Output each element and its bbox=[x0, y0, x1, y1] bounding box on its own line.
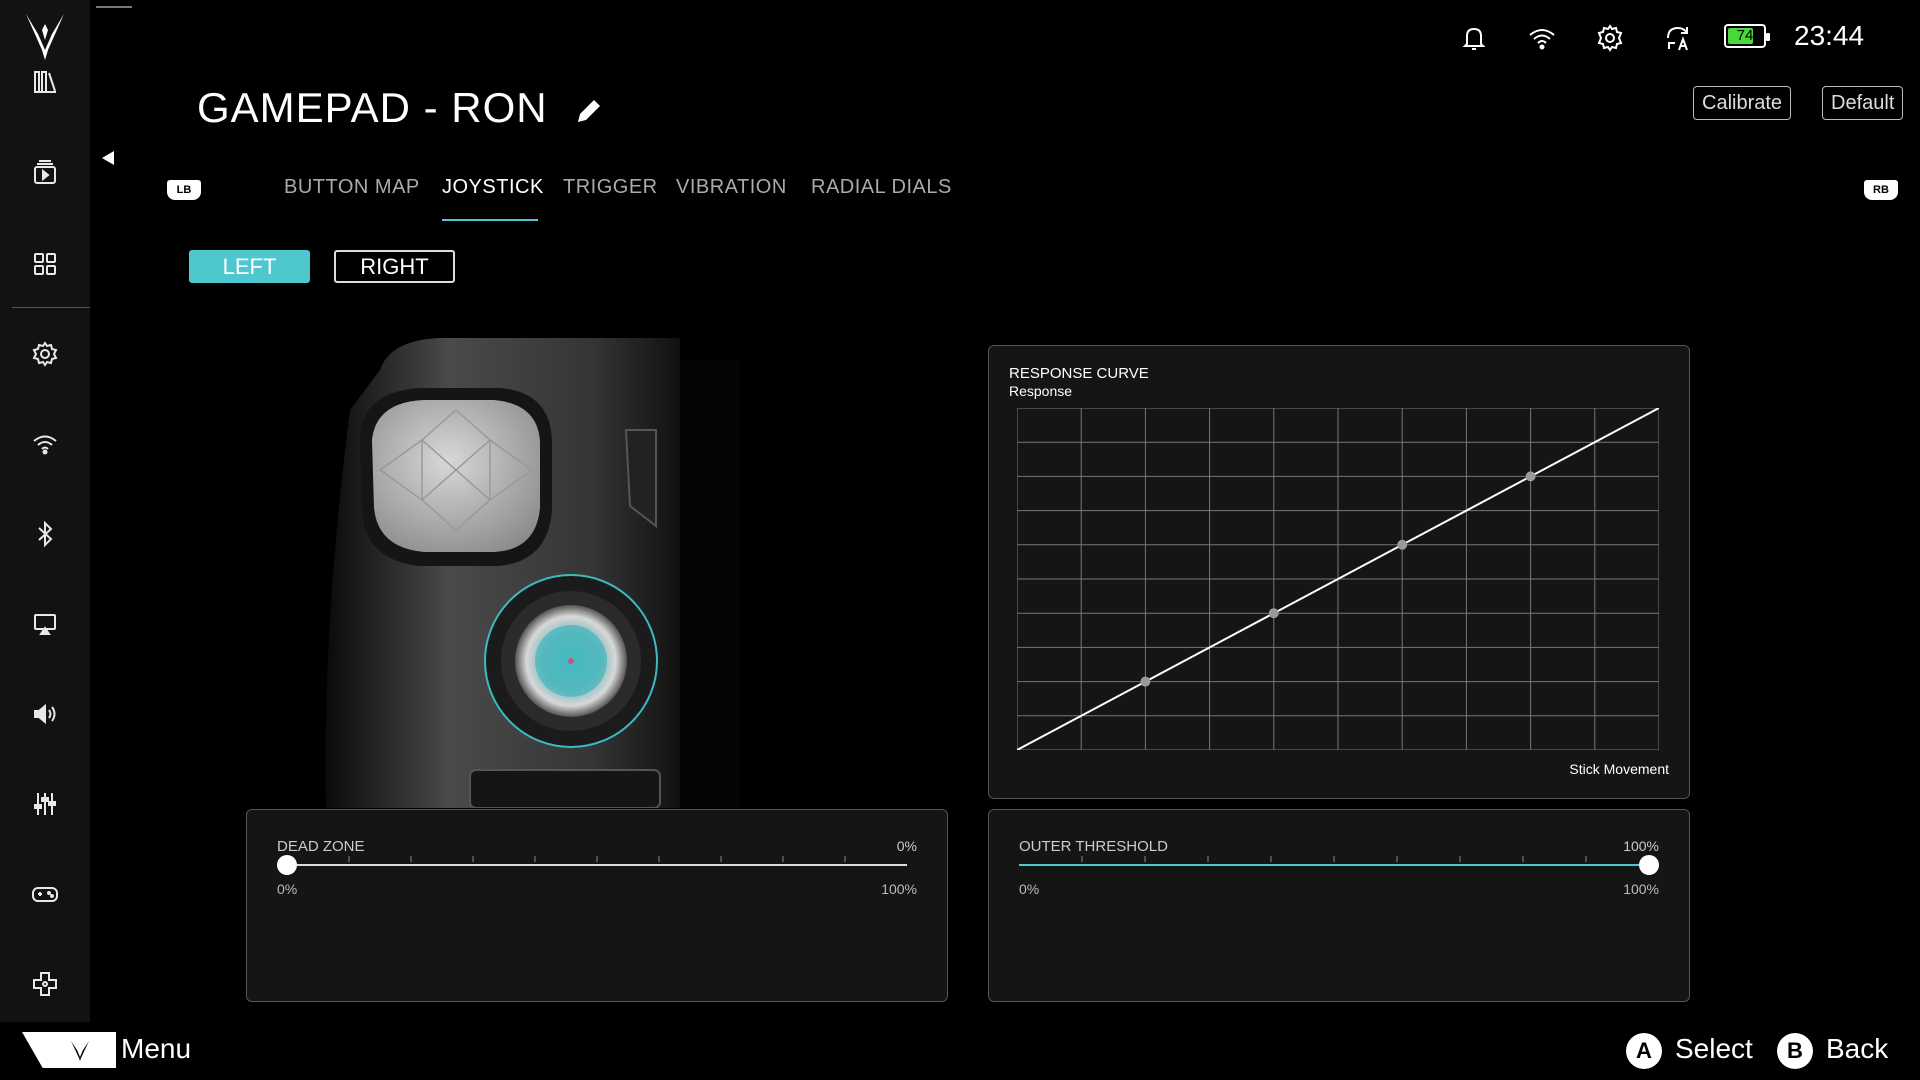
media-icon[interactable] bbox=[25, 153, 65, 193]
outer-threshold-track[interactable] bbox=[1019, 864, 1649, 866]
display-cast-icon[interactable] bbox=[25, 604, 65, 644]
response-curve-panel: RESPONSE CURVE Response Stick Movement bbox=[988, 345, 1690, 799]
settings-gear-icon[interactable] bbox=[25, 334, 65, 374]
lb-bumper-hint: LB bbox=[167, 180, 201, 200]
gamepad-icon[interactable] bbox=[25, 874, 65, 914]
outer-threshold-min: 0% bbox=[1019, 881, 1040, 897]
calibrate-button[interactable]: Calibrate bbox=[1693, 86, 1792, 120]
bluetooth-icon[interactable] bbox=[25, 514, 65, 554]
sync-a-icon[interactable] bbox=[1660, 20, 1696, 56]
curve-control-point-3[interactable] bbox=[1397, 539, 1408, 550]
outer-threshold-max: 100% bbox=[1623, 881, 1659, 897]
collapse-sidebar-arrow-icon[interactable] bbox=[102, 151, 114, 165]
equalizer-icon[interactable] bbox=[25, 784, 65, 824]
tab-vibration[interactable]: VIBRATION bbox=[676, 176, 787, 199]
dead-zone-label: DEAD ZONE bbox=[277, 838, 365, 855]
dpad-icon[interactable] bbox=[25, 964, 65, 1004]
menu-label: Menu bbox=[121, 1033, 192, 1064]
dead-zone-slider-thumb[interactable] bbox=[277, 855, 297, 875]
battery-percent: 74 bbox=[1736, 27, 1754, 44]
left-stick-button[interactable]: LEFT bbox=[189, 250, 310, 283]
tab-trigger[interactable]: TRIGGER bbox=[563, 176, 658, 199]
outer-threshold-slider-thumb[interactable] bbox=[1639, 855, 1659, 875]
a-button-icon[interactable]: A bbox=[1626, 1033, 1662, 1069]
response-axis-label: Response bbox=[1009, 383, 1073, 399]
outer-threshold-value: 100% bbox=[1623, 838, 1659, 854]
default-button[interactable]: Default bbox=[1822, 86, 1904, 120]
apps-grid-icon[interactable] bbox=[25, 244, 65, 284]
dead-zone-track[interactable] bbox=[287, 864, 907, 866]
curve-control-point-1[interactable] bbox=[1140, 676, 1151, 687]
dead-zone-ticks bbox=[348, 856, 846, 862]
controller-illustration bbox=[325, 338, 740, 808]
sidebar-divider bbox=[12, 307, 90, 308]
stick-movement-axis-label: Stick Movement bbox=[1569, 761, 1669, 777]
page-title: GAMEPAD - RON bbox=[197, 84, 548, 131]
sidebar bbox=[0, 0, 90, 1022]
active-tab-indicator bbox=[442, 219, 538, 221]
edit-pencil-icon[interactable] bbox=[574, 96, 604, 126]
dead-zone-min: 0% bbox=[277, 881, 298, 897]
menu-button[interactable] bbox=[22, 1032, 116, 1068]
dead-zone-value: 0% bbox=[896, 838, 917, 854]
volume-icon[interactable] bbox=[25, 694, 65, 734]
clock: 23:44 bbox=[1794, 20, 1865, 51]
dead-zone-panel: DEAD ZONE 0% 0% 100% bbox=[246, 809, 948, 1002]
brand-logo-icon[interactable] bbox=[22, 10, 68, 64]
wifi-status-icon[interactable] bbox=[1524, 20, 1560, 56]
response-curve-title: RESPONSE CURVE bbox=[1009, 365, 1149, 382]
select-label: Select bbox=[1675, 1033, 1753, 1064]
tab-button-map[interactable]: BUTTON MAP bbox=[284, 176, 420, 199]
response-curve-chart[interactable] bbox=[1017, 408, 1659, 750]
dead-zone-max: 100% bbox=[881, 881, 917, 897]
curve-control-point-4[interactable] bbox=[1525, 471, 1536, 482]
gear-icon[interactable] bbox=[1592, 20, 1628, 56]
battery-icon: 74 bbox=[1724, 24, 1770, 48]
rb-bumper-hint: RB bbox=[1864, 180, 1898, 200]
tab-joystick[interactable]: JOYSTICK bbox=[442, 176, 544, 199]
wifi-icon[interactable] bbox=[25, 424, 65, 464]
back-label: Back bbox=[1826, 1033, 1889, 1064]
library-icon[interactable] bbox=[25, 62, 65, 102]
outer-threshold-ticks bbox=[1081, 856, 1587, 862]
top-indicator bbox=[96, 6, 132, 8]
b-button-icon[interactable]: B bbox=[1777, 1033, 1813, 1069]
brand-mini-logo-icon bbox=[71, 1041, 89, 1061]
bell-icon[interactable] bbox=[1456, 20, 1492, 56]
outer-threshold-panel: OUTER THRESHOLD 100% 0% 100% bbox=[988, 809, 1690, 1002]
outer-threshold-label: OUTER THRESHOLD bbox=[1019, 838, 1168, 855]
tab-radial-dials[interactable]: RADIAL DIALS bbox=[811, 176, 952, 199]
curve-control-point-2[interactable] bbox=[1268, 608, 1279, 619]
right-stick-button[interactable]: RIGHT bbox=[334, 250, 455, 283]
